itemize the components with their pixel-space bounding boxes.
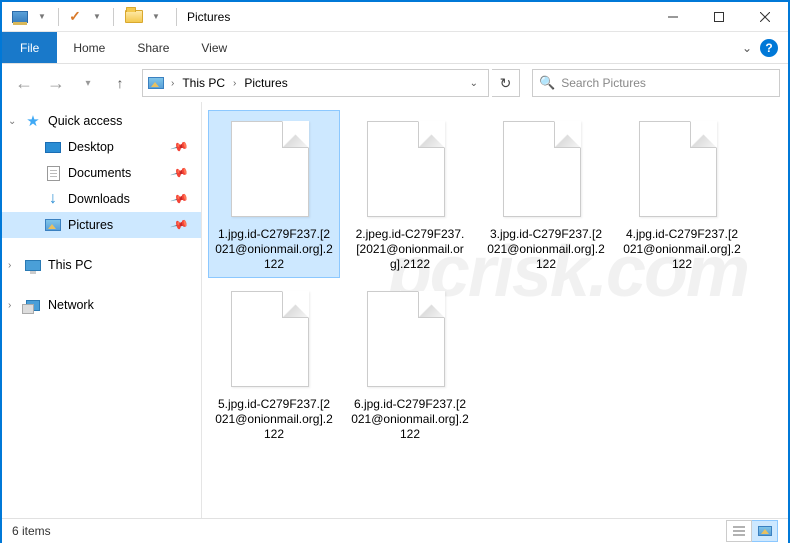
- pin-icon: 📌: [170, 215, 190, 235]
- title-bar: ▼ ✓ ▼ ▼ Pictures: [2, 2, 788, 32]
- back-button[interactable]: ←: [10, 69, 38, 97]
- pin-icon: 📌: [170, 137, 190, 157]
- ribbon-expand-icon[interactable]: ⌄: [742, 41, 752, 55]
- close-button[interactable]: [742, 2, 788, 32]
- file-item[interactable]: 4.jpg.id-C279F237.[2021@onionmail.org].2…: [616, 110, 748, 278]
- sidebar-label: This PC: [48, 258, 92, 272]
- file-item[interactable]: 6.jpg.id-C279F237.[2021@onionmail.org].2…: [344, 280, 476, 448]
- file-thumbnail: [367, 121, 453, 221]
- search-icon: 🔍: [539, 75, 555, 91]
- file-tab[interactable]: File: [2, 32, 57, 63]
- sidebar-item-pictures[interactable]: Pictures 📌: [2, 212, 201, 238]
- ribbon-tabs: File Home Share View ⌄ ?: [2, 32, 788, 64]
- file-grid[interactable]: 1.jpg.id-C279F237.[2021@onionmail.org].2…: [202, 102, 788, 518]
- chevron-right-icon[interactable]: ›: [8, 300, 11, 311]
- tab-home[interactable]: Home: [57, 32, 121, 63]
- sidebar-item-label: Desktop: [68, 140, 114, 154]
- file-item[interactable]: 3.jpg.id-C279F237.[2021@onionmail.org].2…: [480, 110, 612, 278]
- chevron-down-icon[interactable]: ⌄: [8, 116, 16, 127]
- file-item[interactable]: 1.jpg.id-C279F237.[2021@onionmail.org].2…: [208, 110, 340, 278]
- file-item[interactable]: 2.jpeg.id-C279F237.[2021@onionmail.org].…: [344, 110, 476, 278]
- sidebar-item-label: Documents: [68, 166, 131, 180]
- item-count: 6 items: [12, 524, 51, 538]
- file-name: 5.jpg.id-C279F237.[2021@onionmail.org].2…: [213, 397, 335, 442]
- file-name: 4.jpg.id-C279F237.[2021@onionmail.org].2…: [621, 227, 743, 272]
- address-bar[interactable]: › This PC › Pictures ⌄: [142, 69, 489, 97]
- chevron-right-icon[interactable]: ›: [8, 260, 11, 271]
- sidebar-item-label: Pictures: [68, 218, 113, 232]
- file-thumbnail: [231, 121, 317, 221]
- tab-view[interactable]: View: [185, 32, 243, 63]
- search-input[interactable]: [561, 76, 773, 90]
- sidebar-item-desktop[interactable]: Desktop 📌: [2, 134, 201, 160]
- file-thumbnail: [639, 121, 725, 221]
- sidebar-item-documents[interactable]: Documents 📌: [2, 160, 201, 186]
- sidebar-label: Quick access: [48, 114, 122, 128]
- network-icon: [24, 300, 42, 311]
- pin-icon: 📌: [170, 163, 190, 183]
- qa-dropdown-icon[interactable]: ▼: [32, 7, 52, 27]
- sidebar-label: Network: [48, 298, 94, 312]
- properties-check-icon[interactable]: ✓: [65, 7, 85, 27]
- file-thumbnail: [231, 291, 317, 391]
- history-dropdown-icon[interactable]: ▾: [74, 69, 102, 97]
- refresh-button[interactable]: ↻: [492, 69, 520, 97]
- chevron-right-icon[interactable]: ›: [229, 78, 240, 89]
- pin-icon: 📌: [170, 189, 190, 209]
- breadcrumb-root-icon[interactable]: [145, 77, 167, 89]
- sidebar: ⌄ ★ Quick access Desktop 📌 Documents 📌 ↓…: [2, 102, 202, 518]
- up-button[interactable]: ↑: [106, 69, 134, 97]
- explorer-icon[interactable]: [10, 7, 30, 27]
- desktop-icon: [44, 142, 62, 153]
- qa-dropdown2-icon[interactable]: ▼: [87, 7, 107, 27]
- file-name: 6.jpg.id-C279F237.[2021@onionmail.org].2…: [349, 397, 471, 442]
- pc-icon: [24, 260, 42, 271]
- maximize-button[interactable]: [696, 2, 742, 32]
- nav-row: ← → ▾ ↑ › This PC › Pictures ⌄ ↻ 🔍: [2, 64, 788, 102]
- qa-dropdown3-icon[interactable]: ▼: [146, 7, 166, 27]
- search-box[interactable]: 🔍: [532, 69, 780, 97]
- file-name: 2.jpeg.id-C279F237.[2021@onionmail.org].…: [349, 227, 471, 272]
- sidebar-network[interactable]: › Network: [2, 292, 201, 318]
- pictures-icon: [44, 219, 62, 231]
- forward-button[interactable]: →: [42, 69, 70, 97]
- help-button[interactable]: ?: [760, 39, 778, 57]
- file-thumbnail: [503, 121, 589, 221]
- minimize-button[interactable]: [650, 2, 696, 32]
- sidebar-this-pc[interactable]: › This PC: [2, 252, 201, 278]
- sidebar-item-downloads[interactable]: ↓ Downloads 📌: [2, 186, 201, 212]
- tab-share[interactable]: Share: [121, 32, 185, 63]
- sidebar-item-label: Downloads: [68, 192, 130, 206]
- status-bar: 6 items: [2, 518, 788, 543]
- document-icon: [44, 166, 62, 181]
- file-item[interactable]: 5.jpg.id-C279F237.[2021@onionmail.org].2…: [208, 280, 340, 448]
- view-details-button[interactable]: [726, 520, 752, 542]
- address-dropdown-icon[interactable]: ⌄: [462, 78, 486, 89]
- breadcrumb-this-pc[interactable]: This PC: [178, 76, 229, 90]
- file-name: 3.jpg.id-C279F237.[2021@onionmail.org].2…: [485, 227, 607, 272]
- breadcrumb-pictures[interactable]: Pictures: [240, 76, 291, 90]
- folder-icon: [124, 7, 144, 27]
- file-name: 1.jpg.id-C279F237.[2021@onionmail.org].2…: [213, 227, 335, 272]
- file-thumbnail: [367, 291, 453, 391]
- chevron-right-icon[interactable]: ›: [167, 78, 178, 89]
- download-icon: ↓: [44, 190, 62, 208]
- view-thumbnails-button[interactable]: [752, 520, 778, 542]
- sidebar-quick-access[interactable]: ⌄ ★ Quick access: [2, 108, 201, 134]
- star-icon: ★: [24, 112, 42, 130]
- window-title: Pictures: [187, 10, 230, 24]
